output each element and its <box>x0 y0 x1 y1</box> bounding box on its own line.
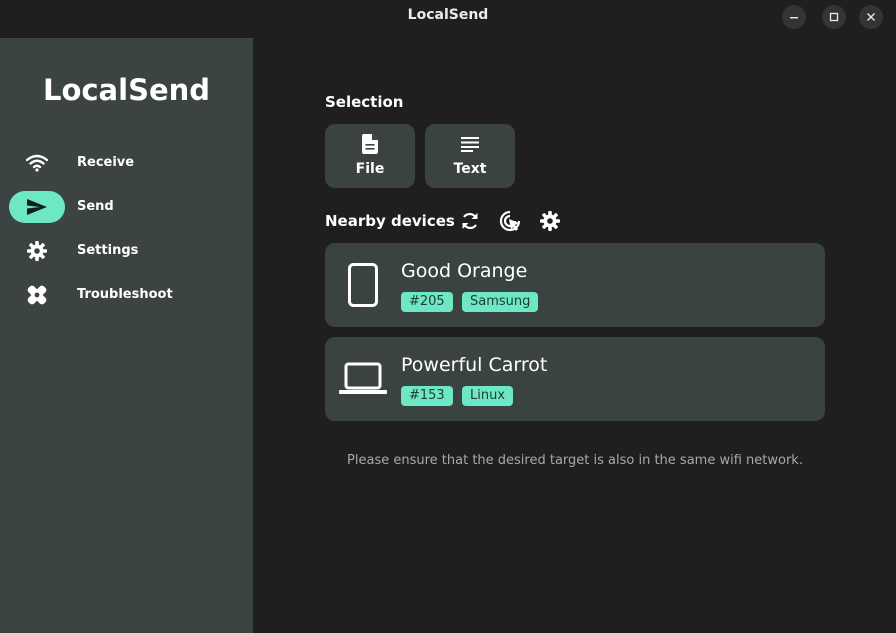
device-name: Good Orange <box>401 260 528 282</box>
sidebar-item-label: Send <box>77 199 114 214</box>
file-button-label: File <box>355 161 385 177</box>
network-hint: Please ensure that the desired target is… <box>347 453 803 468</box>
sidebar-item-label: Receive <box>77 155 135 170</box>
wifi-icon <box>26 154 48 172</box>
maximize-button[interactable] <box>822 5 846 29</box>
device-card-powerful-carrot[interactable]: Powerful Carrot #153 Linux <box>325 337 825 421</box>
window-title: LocalSend <box>407 7 489 23</box>
phone-icon <box>348 263 378 307</box>
gear-icon <box>27 241 47 261</box>
device-name: Powerful Carrot <box>401 354 548 376</box>
close-icon <box>867 13 875 21</box>
sidebar: LocalSend Receive Send Settings Troubles… <box>0 38 253 633</box>
refresh-button[interactable] <box>459 210 481 232</box>
sidebar-item-settings[interactable]: Settings <box>0 235 253 267</box>
sidebar-item-label: Settings <box>77 243 139 258</box>
bandage-icon <box>27 285 47 305</box>
laptop-icon <box>339 362 387 394</box>
main-content: Selection File Text Nearby devices Good … <box>253 38 896 633</box>
minimize-icon <box>790 17 798 19</box>
sidebar-item-label: Troubleshoot <box>77 287 173 302</box>
manual-send-icon <box>499 210 521 232</box>
app-title: LocalSend <box>42 73 211 107</box>
settings-icon <box>540 211 560 231</box>
text-icon <box>461 137 479 152</box>
device-id-tag: #205 <box>401 292 453 312</box>
sidebar-item-troubleshoot[interactable]: Troubleshoot <box>0 279 253 311</box>
refresh-icon <box>462 212 478 230</box>
title-bar: LocalSend <box>0 0 896 38</box>
device-model-tag: Linux <box>462 386 514 406</box>
minimize-button[interactable] <box>782 5 806 29</box>
sidebar-item-receive[interactable]: Receive <box>0 147 253 179</box>
send-icon <box>27 199 47 215</box>
device-id-tag: #153 <box>401 386 453 406</box>
maximize-icon <box>829 12 839 22</box>
settings-button[interactable] <box>539 210 561 232</box>
nearby-devices-title: Nearby devices <box>325 212 455 230</box>
device-card-good-orange[interactable]: Good Orange #205 Samsung <box>325 243 825 327</box>
file-icon <box>362 134 378 154</box>
sidebar-item-send[interactable]: Send <box>0 191 253 223</box>
text-button-label: Text <box>453 161 487 177</box>
selection-title: Selection <box>325 93 404 111</box>
close-button[interactable] <box>859 5 883 29</box>
text-button[interactable]: Text <box>425 124 515 188</box>
file-button[interactable]: File <box>325 124 415 188</box>
manual-send-button[interactable] <box>499 210 521 232</box>
device-model-tag: Samsung <box>462 292 539 312</box>
